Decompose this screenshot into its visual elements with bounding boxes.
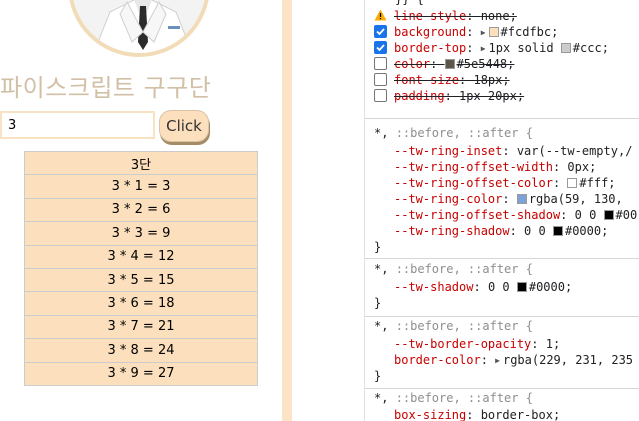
- declaration[interactable]: --tw-border-opacity: 1;: [394, 336, 560, 352]
- property-value: #5e5448;: [456, 57, 515, 71]
- declaration[interactable]: --tw-ring-inset: var(--tw-empty,/: [394, 143, 632, 159]
- expand-triangle-icon[interactable]: ▶: [481, 25, 486, 41]
- table-cell: 3 * 9 = 27: [24, 361, 258, 386]
- color-swatch[interactable]: [516, 282, 527, 292]
- toggle-checkbox-background[interactable]: [374, 25, 387, 38]
- property-value: #fcdfbc;: [500, 25, 559, 39]
- table-row: 3 * 8 = 24: [24, 338, 258, 363]
- property-value: none;: [480, 9, 517, 23]
- declaration-line-style[interactable]: line-style: none;: [394, 8, 517, 24]
- color-swatch[interactable]: [488, 27, 499, 37]
- declaration-color[interactable]: color: #5e5448;: [394, 56, 514, 72]
- table-cell: 3 * 8 = 24: [24, 338, 258, 363]
- declaration-background[interactable]: background: ▶ #fcdfbc;: [394, 24, 558, 40]
- rule-selector[interactable]: *, ::before, ::after {: [374, 318, 533, 334]
- property-name: color: [394, 57, 431, 71]
- table-header-row: 3단: [24, 150, 258, 175]
- table-cell: 3 * 3 = 9: [24, 221, 258, 246]
- declaration[interactable]: border-color: ▶ rgba(229, 231, 235: [394, 352, 633, 368]
- style-rule-3: *, ::before, ::after { --tw-shadow: 0 0 …: [365, 258, 639, 316]
- table-cell: 3 * 6 = 18: [24, 291, 258, 316]
- table-cell: 3 * 5 = 15: [24, 267, 258, 292]
- table-row: 3 * 3 = 9: [24, 221, 258, 246]
- color-swatch[interactable]: [603, 210, 614, 220]
- table-row: 3 * 7 = 21: [24, 314, 258, 339]
- multiplication-table: 3단 3 * 1 = 3 3 * 2 = 6 3 * 3 = 9 3 * 4 =…: [24, 150, 258, 386]
- property-name: line-style: [394, 9, 467, 23]
- rule-close-brace: }: [374, 369, 382, 383]
- property-name: background: [394, 25, 467, 39]
- dan-number-input[interactable]: [0, 111, 155, 139]
- style-rule-2: *, ::before, ::after { --tw-ring-inset: …: [365, 118, 639, 258]
- property-value: 1px 20px;: [459, 89, 525, 103]
- table-row: 3 * 5 = 15: [24, 267, 258, 292]
- warning-icon[interactable]: [374, 9, 387, 21]
- table-header: 3단: [24, 150, 258, 175]
- table-cell: 3 * 4 = 12: [24, 244, 258, 269]
- expand-triangle-icon[interactable]: ▶: [495, 353, 500, 369]
- page-preview: 파이스크립트 구구단 Click 3단 3 * 1 = 3 3 * 2 = 6 …: [0, 0, 282, 421]
- property-value: 18px;: [473, 73, 510, 87]
- property-name: padding: [394, 89, 445, 103]
- click-button[interactable]: Click: [159, 110, 209, 142]
- toggle-checkbox-padding[interactable]: [374, 89, 387, 102]
- table-row: 3 * 4 = 12: [24, 244, 258, 269]
- table-cell: 3 * 1 = 3: [24, 174, 258, 199]
- style-rule-1: }} { line-style: none; background: ▶#fcd…: [365, 0, 639, 118]
- declaration[interactable]: --tw-ring-shadow: 0 0 #0000;: [394, 223, 608, 239]
- rule-brace: }} {: [395, 0, 424, 7]
- property-name: border-top: [394, 41, 467, 55]
- property-value-color: #ccc;: [572, 41, 609, 55]
- color-swatch[interactable]: [552, 226, 563, 236]
- declaration-padding[interactable]: padding: 1px 20px;: [394, 88, 524, 104]
- doctor-avatar: [68, 0, 210, 57]
- color-swatch[interactable]: [567, 178, 578, 188]
- declaration[interactable]: box-sizing: border-box;: [394, 407, 560, 421]
- checkmark-icon: [376, 44, 385, 52]
- color-swatch[interactable]: [444, 59, 455, 69]
- table-row: 3 * 1 = 3: [24, 174, 258, 199]
- doctor-illustration: [72, 0, 206, 53]
- property-name: font-size: [394, 73, 460, 87]
- declaration[interactable]: --tw-ring-color: rgba(59, 130,: [394, 191, 623, 207]
- checkmark-icon: [376, 28, 385, 36]
- declaration-font-size[interactable]: font-size: 18px;: [394, 72, 510, 88]
- page-title: 파이스크립트 구구단: [0, 74, 212, 102]
- table-row: 3 * 9 = 27: [24, 361, 258, 386]
- declaration[interactable]: --tw-shadow: 0 0 #0000;: [394, 279, 572, 295]
- declaration-border-top[interactable]: border-top: ▶ 1px solid #ccc;: [394, 40, 609, 56]
- rule-close-brace: }: [374, 296, 382, 310]
- table-row: 3 * 6 = 18: [24, 291, 258, 316]
- toggle-checkbox-border-top[interactable]: [374, 41, 387, 54]
- color-swatch[interactable]: [516, 194, 527, 204]
- declaration[interactable]: --tw-ring-offset-width: 0px;: [394, 159, 596, 175]
- table-row: 3 * 2 = 6: [24, 197, 258, 222]
- toggle-checkbox-font-size[interactable]: [374, 73, 387, 86]
- property-value: 1px solid: [488, 41, 554, 55]
- declaration[interactable]: --tw-ring-offset-color: #fff;: [394, 175, 616, 191]
- table-cell: 3 * 2 = 6: [24, 197, 258, 222]
- toggle-checkbox-color[interactable]: [374, 57, 387, 70]
- pane-divider[interactable]: [282, 0, 292, 421]
- devtools-styles-pane: }} { line-style: none; background: ▶#fcd…: [364, 0, 639, 421]
- rule-selector[interactable]: *, ::before, ::after {: [374, 261, 533, 277]
- style-rule-5: *, ::before, ::after { box-sizing: borde…: [365, 388, 639, 421]
- table-cell: 3 * 7 = 21: [24, 314, 258, 339]
- color-swatch[interactable]: [560, 43, 571, 53]
- declaration[interactable]: --tw-ring-offset-shadow: 0 0 #00: [394, 207, 637, 223]
- rule-selector[interactable]: *, ::before, ::after {: [374, 390, 533, 406]
- rule-close-brace: }: [374, 240, 382, 254]
- rule-selector[interactable]: *, ::before, ::after {: [374, 125, 533, 141]
- expand-triangle-icon[interactable]: ▶: [481, 41, 486, 57]
- style-rule-4: *, ::before, ::after { --tw-border-opaci…: [365, 316, 639, 388]
